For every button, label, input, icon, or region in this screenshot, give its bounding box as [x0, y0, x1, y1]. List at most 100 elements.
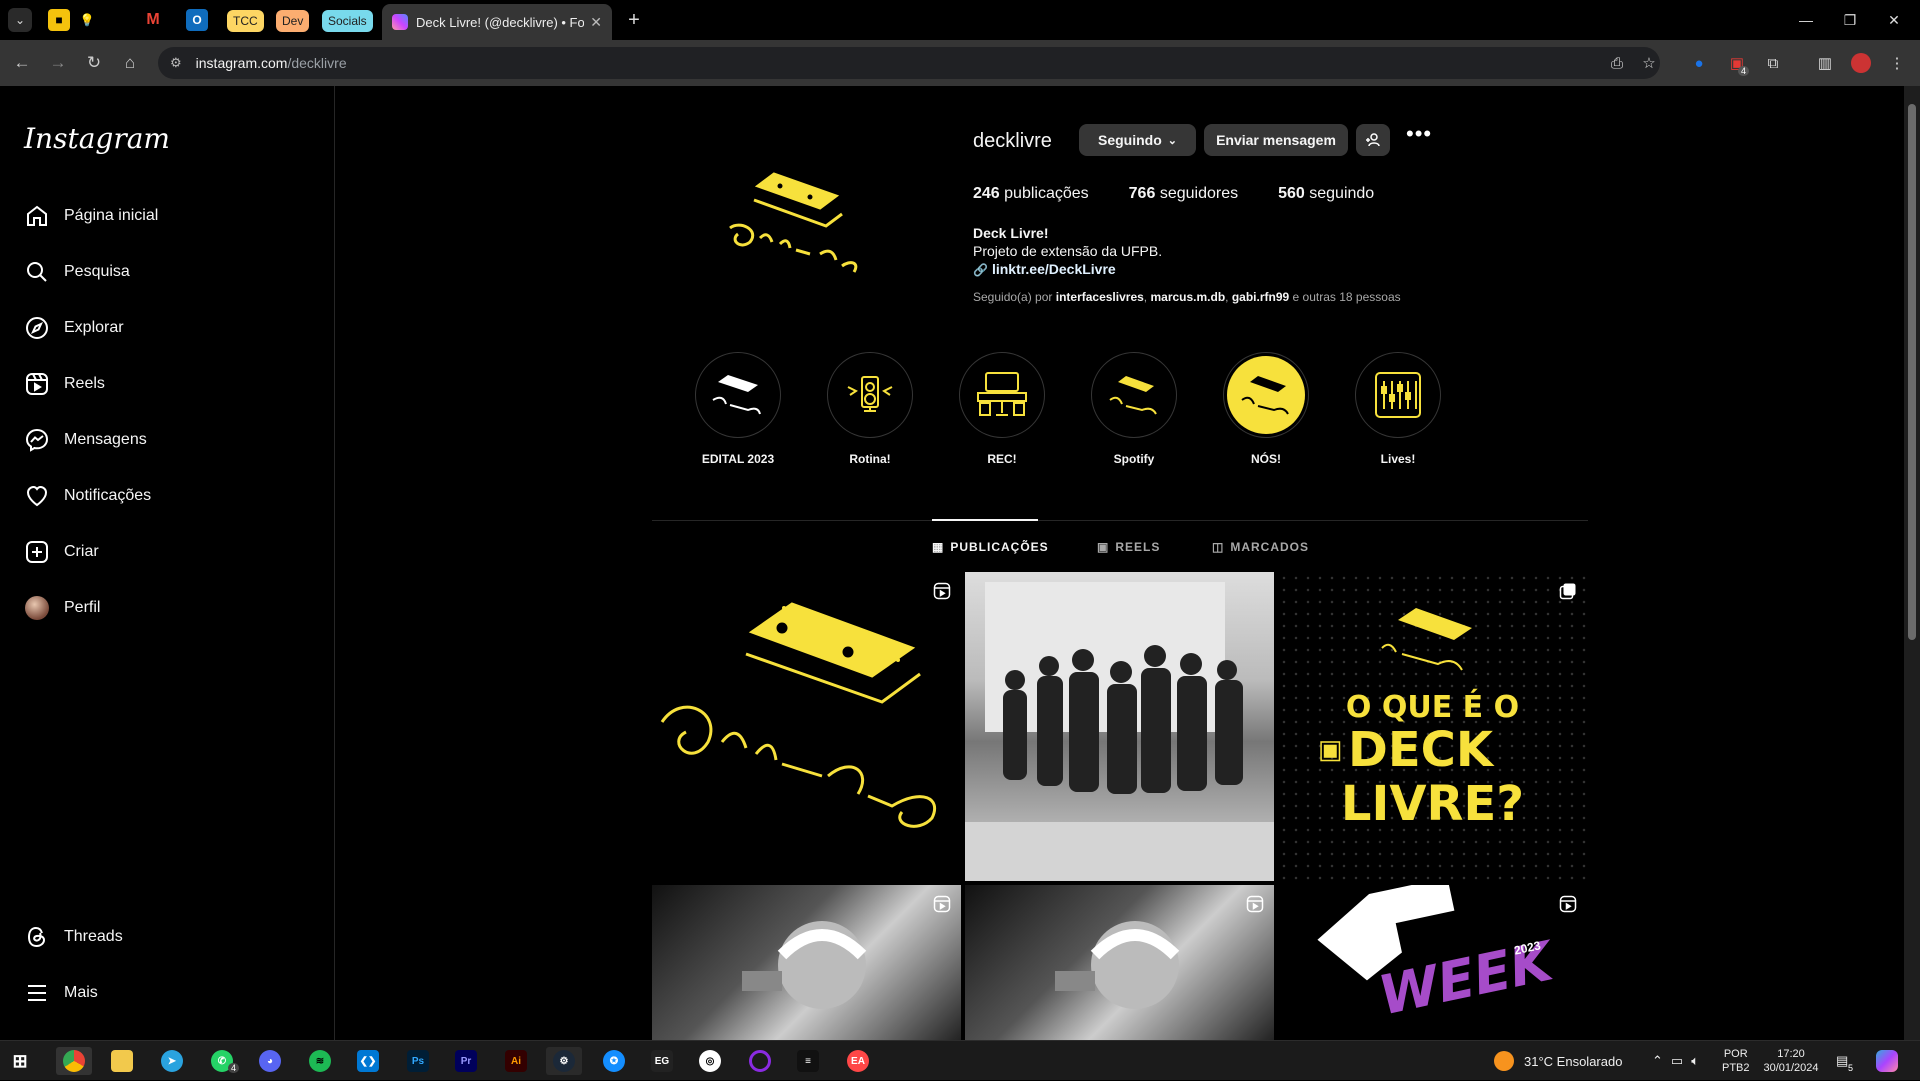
- post-2[interactable]: [965, 572, 1274, 881]
- nav-messages[interactable]: Mensagens: [12, 416, 322, 464]
- pinned-tab-keep-icon[interactable]: ■: [48, 9, 70, 31]
- close-tab-icon[interactable]: ✕: [590, 14, 602, 31]
- scrollbar-thumb[interactable]: [1908, 104, 1916, 640]
- copilot-icon[interactable]: [1876, 1041, 1898, 1081]
- extension-shield-icon[interactable]: ●: [1688, 52, 1710, 74]
- suggest-users-button[interactable]: [1356, 124, 1390, 156]
- following-stat[interactable]: 560 seguindo: [1278, 185, 1374, 203]
- minimize-icon[interactable]: —: [1786, 8, 1826, 32]
- send-message-button[interactable]: Enviar mensagem: [1204, 124, 1348, 156]
- threads-icon: [24, 924, 50, 950]
- forward-icon[interactable]: →: [46, 51, 70, 75]
- volume-icon[interactable]: 🔈︎: [1691, 1053, 1699, 1069]
- restore-icon[interactable]: ❐: [1830, 8, 1870, 32]
- more-options-icon[interactable]: •••: [1406, 123, 1436, 152]
- photoshop-icon[interactable]: Ps: [400, 1047, 436, 1075]
- chevron-up-icon[interactable]: ⌃: [1652, 1053, 1663, 1069]
- cortana-icon[interactable]: [742, 1047, 778, 1075]
- post-1[interactable]: [652, 572, 961, 881]
- tab-posts[interactable]: ▦ PUBLICAÇÕES: [932, 540, 1049, 554]
- illustrator-icon[interactable]: Ai: [498, 1047, 534, 1075]
- close-window-icon[interactable]: ✕: [1874, 8, 1914, 32]
- highlight-nos[interactable]: NÓS!: [1223, 352, 1309, 466]
- post-6[interactable]: WEEK 2023: [1278, 885, 1587, 1040]
- post-3[interactable]: O QUE É O DECK LIVRE? ▣: [1278, 572, 1587, 881]
- nav-notifications[interactable]: Notificações: [12, 472, 322, 520]
- highlight-rotina[interactable]: Rotina!: [827, 352, 913, 466]
- instagram-logo[interactable]: Instagram: [24, 122, 170, 155]
- profile-picture[interactable]: [710, 150, 880, 320]
- rockstar-launcher-icon[interactable]: ≡: [790, 1047, 826, 1075]
- chrome-menu-icon[interactable]: ⋮: [1886, 52, 1908, 74]
- reel-icon: [933, 582, 951, 600]
- post-5[interactable]: [965, 885, 1274, 1040]
- extensions-puzzle-icon[interactable]: ⧉: [1762, 52, 1784, 74]
- reload-icon[interactable]: ↻: [82, 51, 106, 75]
- site-info-icon[interactable]: ⚙: [170, 55, 182, 71]
- pinned-tab-bulb-icon[interactable]: 💡: [76, 9, 98, 31]
- back-icon[interactable]: ←: [10, 51, 34, 75]
- system-tray-icons[interactable]: ⌃ ▭ 🔈︎: [1652, 1041, 1699, 1081]
- network-icon[interactable]: ▭: [1671, 1053, 1683, 1069]
- telegram-icon[interactable]: ➤: [154, 1047, 190, 1075]
- new-tab-icon[interactable]: +: [622, 8, 646, 32]
- tab-tagged[interactable]: ◫ MARCADOS: [1212, 540, 1309, 554]
- nav-explore[interactable]: Explorar: [12, 304, 322, 352]
- side-panel-icon[interactable]: ▥: [1814, 52, 1836, 74]
- highlight-edital-2023[interactable]: EDITAL 2023: [695, 352, 781, 466]
- nav-reels[interactable]: Reels: [12, 360, 322, 408]
- tab-group-tcc[interactable]: TCC: [227, 10, 264, 32]
- nav-more[interactable]: Mais: [12, 969, 322, 1017]
- nav-home[interactable]: Página inicial: [12, 192, 322, 240]
- page-scrollbar[interactable]: [1904, 86, 1920, 1040]
- highlight-spotify[interactable]: Spotify: [1091, 352, 1177, 466]
- chrome-taskbar-icon[interactable]: [56, 1047, 92, 1075]
- language-indicator[interactable]: POR PTB2: [1722, 1041, 1750, 1081]
- profile-avatar-icon[interactable]: [1850, 52, 1872, 74]
- pinned-tab-outlook-icon[interactable]: O: [186, 9, 208, 31]
- bio-text: Projeto de extensão da UFPB.: [973, 243, 1163, 259]
- premiere-icon[interactable]: Pr: [448, 1047, 484, 1075]
- tab-reels[interactable]: ▣ REELS: [1097, 540, 1160, 554]
- followers-stat[interactable]: 766 seguidores: [1129, 185, 1238, 203]
- active-tab[interactable]: Deck Livre! (@decklivre) • Fotos ✕: [382, 4, 612, 40]
- pinned-tab-gmail-icon[interactable]: M: [142, 9, 164, 31]
- windows-start-icon[interactable]: ⊞: [2, 1047, 38, 1075]
- nav-profile[interactable]: Perfil: [12, 584, 322, 632]
- instagram-sidebar: Instagram Página inicial Pesquisa Explor…: [0, 86, 335, 1040]
- reels-icon: [24, 371, 50, 397]
- ubisoft-icon[interactable]: ◎: [692, 1047, 728, 1075]
- ea-app-icon[interactable]: EA: [840, 1047, 876, 1075]
- tab-search-icon[interactable]: ⌄: [8, 8, 32, 32]
- battlenet-icon[interactable]: ✪: [596, 1047, 632, 1075]
- address-bar[interactable]: ⚙ instagram.com/decklivre: [158, 47, 1660, 79]
- highlight-lives[interactable]: Lives!: [1355, 352, 1441, 466]
- install-app-icon[interactable]: ⎙: [1606, 52, 1628, 74]
- clock[interactable]: 17:20 30/01/2024: [1760, 1041, 1822, 1081]
- active-tab-title: Deck Livre! (@decklivre) • Fotos: [416, 14, 585, 30]
- file-explorer-icon[interactable]: [104, 1047, 140, 1075]
- spotify-icon[interactable]: ≋: [302, 1047, 338, 1075]
- nav-create[interactable]: Criar: [12, 528, 322, 576]
- highlight-rec[interactable]: REC!: [959, 352, 1045, 466]
- posts-stat[interactable]: 246 publicações: [973, 185, 1089, 203]
- epic-games-icon[interactable]: EG: [644, 1047, 680, 1075]
- home-button-icon[interactable]: ⌂: [118, 51, 142, 75]
- tab-group-socials[interactable]: Socials: [322, 10, 373, 32]
- bio-link[interactable]: 🔗 linktr.ee/DeckLivre: [973, 260, 1162, 279]
- tab-group-dev[interactable]: Dev: [276, 10, 310, 32]
- vscode-icon[interactable]: ❮❯: [350, 1047, 386, 1075]
- discord-icon[interactable]: ◕: [252, 1047, 288, 1075]
- bookmark-star-icon[interactable]: ☆: [1638, 52, 1660, 74]
- nav-search[interactable]: Pesquisa: [12, 248, 322, 296]
- highlight-label: Spotify: [1113, 452, 1155, 466]
- followed-by[interactable]: Seguido(a) por interfaceslivres, marcus.…: [973, 290, 1401, 304]
- following-button[interactable]: Seguindo ⌄: [1079, 124, 1196, 156]
- heart-icon: [24, 483, 50, 509]
- weather-widget[interactable]: 31°C Ensolarado: [1494, 1041, 1622, 1081]
- post-4[interactable]: [652, 885, 961, 1040]
- steam-icon[interactable]: ⚙: [546, 1047, 582, 1075]
- nav-threads[interactable]: Threads: [12, 913, 322, 961]
- profile-bio: Deck Livre! Projeto de extensão da UFPB.…: [973, 224, 1162, 279]
- notification-center-icon[interactable]: ▤: [1836, 1041, 1848, 1081]
